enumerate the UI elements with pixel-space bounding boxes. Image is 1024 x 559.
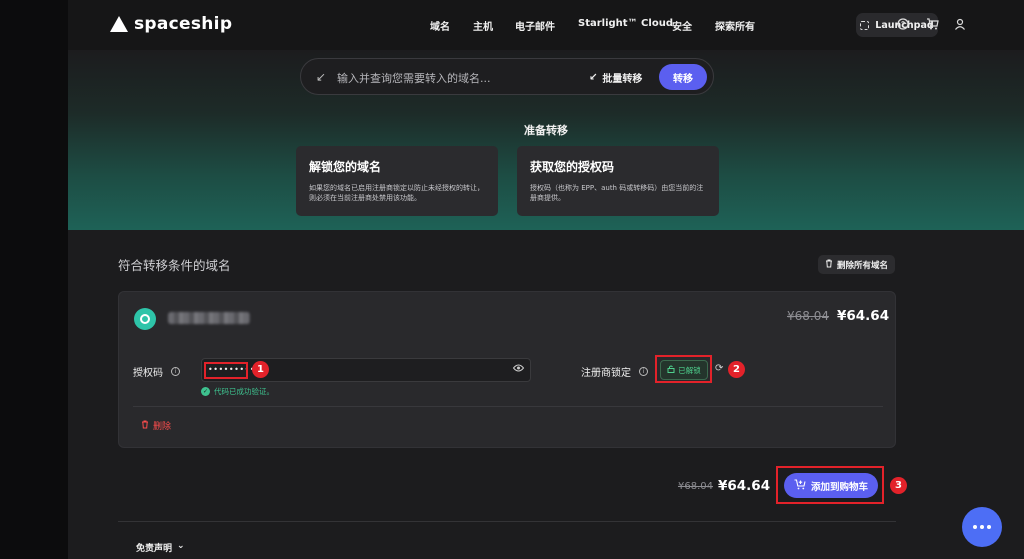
brand-name: spaceship — [134, 14, 233, 34]
launchpad-icon — [860, 20, 870, 30]
step-badge-2: 2 — [728, 361, 745, 378]
card-desc: 授权码（也称为 EPP、auth 码或转移码）由您当前的注册商提供。 — [530, 184, 704, 202]
transfer-search-bar: ↙ 输入并查询您需要转入的域名... ↙ 批量转移 转移 — [300, 58, 714, 95]
nav-item-hosting[interactable]: 主机 — [473, 18, 493, 33]
page: spaceship 域名 主机 电子邮件 Starlight™ Cloud 安全… — [68, 0, 1024, 559]
disclaimer-toggle[interactable]: 免责声明 ⌄ — [136, 541, 185, 554]
remove-all-domains-button[interactable]: 删除所有域名 — [818, 255, 896, 274]
search-input[interactable]: 输入并查询您需要转入的域名... — [337, 70, 491, 86]
divider — [118, 521, 896, 522]
auth-code-label: 授权码 — [133, 368, 163, 379]
help-icon[interactable] — [896, 17, 910, 31]
chat-dot — [973, 525, 977, 529]
unlock-domain-card: 解锁您的域名 如果您的域名已启用注册商锁定以防止未经授权的转让，则必须在当前注册… — [296, 146, 498, 216]
auth-code-card: 获取您的授权码 授权码（也称为 EPP、auth 码或转移码）由您当前的注册商提… — [517, 146, 719, 216]
disclaimer-label: 免责声明 — [136, 544, 173, 554]
bulk-arrow-icon: ↙ — [589, 72, 598, 83]
bulk-transfer-button[interactable]: ↙ 批量转移 — [589, 70, 642, 85]
brand-logo[interactable]: spaceship — [110, 14, 232, 34]
verified-message: ✓ 代码已成功验证。 — [201, 386, 274, 397]
hero-section: ↙ 输入并查询您需要转入的域名... ↙ 批量转移 转移 准备转移 解锁您的域名… — [68, 50, 1024, 230]
chat-dot — [987, 525, 991, 529]
original-price: ¥68.04 — [787, 309, 829, 323]
nav-item-security[interactable]: 安全 — [672, 18, 692, 33]
eye-icon[interactable] — [512, 364, 525, 375]
cart-icon[interactable] — [925, 17, 939, 31]
card-title: 获取您的授权码 — [530, 160, 615, 174]
total-original-price: ¥68.04 — [678, 481, 713, 492]
add-to-cart-label: 添加到购物车 — [810, 481, 868, 493]
registrar-lock-label-group: 注册商锁定 i — [581, 364, 648, 379]
total-price: ¥64.64 — [718, 478, 771, 494]
cart-plus-icon — [794, 478, 806, 493]
delete-label: 删除 — [153, 422, 172, 432]
info-icon[interactable]: i — [639, 367, 648, 376]
nav-item-starlight[interactable]: Starlight™ Cloud — [578, 18, 673, 29]
auth-code-label-group: 授权码 i — [133, 364, 180, 379]
chat-dot — [980, 525, 984, 529]
card-title: 解锁您的域名 — [309, 160, 382, 174]
bulk-transfer-label: 批量转移 — [602, 74, 643, 85]
info-icon[interactable]: i — [171, 367, 180, 376]
refresh-icon[interactable]: ⟳ — [715, 363, 723, 374]
step-badge-1: 1 — [252, 361, 269, 378]
discount-price: ¥64.64 — [837, 308, 890, 324]
add-to-cart-button[interactable]: 添加到购物车 — [784, 473, 878, 498]
domain-globe-icon — [134, 308, 156, 330]
prep-title: 准备转移 — [524, 124, 568, 137]
nav-item-explore[interactable]: 探索所有 — [715, 18, 755, 33]
step-badge-3: 3 — [890, 477, 907, 494]
domain-transfer-row: ¥68.04 ¥64.64 授权码 i ••••••••••• 1 ✓ 代码已成… — [118, 291, 896, 448]
nav-item-domains[interactable]: 域名 — [430, 18, 450, 33]
domain-name-redacted — [168, 312, 250, 324]
check-icon: ✓ — [201, 387, 210, 396]
highlight-box-1 — [204, 362, 248, 379]
nav-item-email[interactable]: 电子邮件 — [515, 18, 555, 33]
arrow-in-icon: ↙ — [316, 70, 327, 84]
auth-code-input[interactable]: ••••••••••• — [201, 358, 531, 382]
divider — [133, 406, 883, 407]
delete-domain-button[interactable]: 删除 — [141, 419, 171, 432]
user-icon[interactable] — [953, 17, 967, 31]
card-desc: 如果您的域名已启用注册商锁定以防止未经授权的转让，则必须在当前注册商处禁用该功能… — [309, 184, 484, 202]
chevron-down-icon: ⌄ — [177, 541, 185, 551]
trash-icon — [141, 420, 149, 432]
chat-support-button[interactable] — [962, 507, 1002, 547]
verified-text: 代码已成功验证。 — [214, 387, 274, 396]
eligible-domains-title: 符合转移条件的域名 — [118, 258, 231, 273]
top-nav: spaceship 域名 主机 电子邮件 Starlight™ Cloud 安全… — [68, 0, 1024, 50]
highlight-box-2 — [655, 355, 712, 383]
trash-icon — [825, 259, 833, 271]
logo-icon — [110, 16, 128, 32]
remove-all-label: 删除所有域名 — [837, 260, 889, 271]
transfer-button[interactable]: 转移 — [659, 64, 707, 90]
browser-frame: spaceship 域名 主机 电子邮件 Starlight™ Cloud 安全… — [0, 0, 1024, 559]
registrar-lock-label: 注册商锁定 — [581, 368, 631, 379]
